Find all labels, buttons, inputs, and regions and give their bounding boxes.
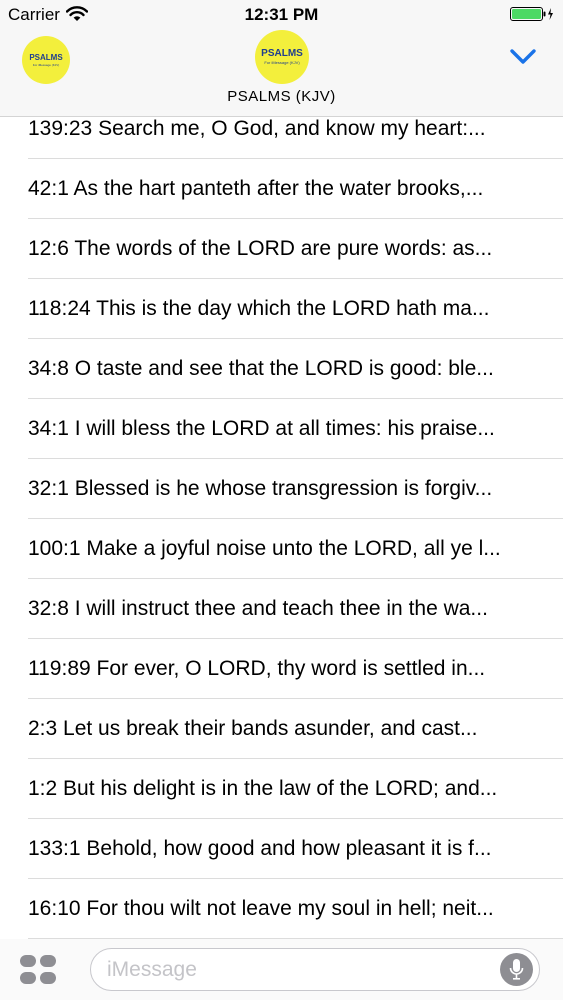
- list-item[interactable]: 12:6 The words of the LORD are pure word…: [0, 219, 563, 279]
- list-item[interactable]: 133:1 Behold, how good and how pleasant …: [0, 819, 563, 879]
- clock: 12:31 PM: [244, 5, 319, 24]
- app-logo-brand: PSALMS: [261, 48, 303, 59]
- battery-icon: [510, 7, 553, 21]
- message-input[interactable]: iMessage: [90, 948, 540, 991]
- app-logo-small[interactable]: PSALMS For iMessage (KJV): [22, 36, 70, 84]
- list-item[interactable]: 2:3 Let us break their bands asunder, an…: [0, 699, 563, 759]
- app-logo-brand: PSALMS: [29, 52, 63, 62]
- verse-text: 2:3 Let us break their bands asunder, an…: [28, 717, 478, 740]
- verse-text: 118:24 This is the day which the LORD ha…: [28, 297, 490, 320]
- message-input-bar: iMessage: [0, 939, 563, 1000]
- verse-text: 16:10 For thou wilt not leave my soul in…: [28, 897, 494, 920]
- verse-text: 1:2 But his delight is in the law of the…: [28, 777, 498, 800]
- verse-text: 42:1 As the hart panteth after the water…: [28, 177, 484, 200]
- app-logo-subtitle: For iMessage (KJV): [32, 62, 60, 67]
- list-item[interactable]: 42:1 As the hart panteth after the water…: [0, 159, 563, 219]
- chevron-down-icon[interactable]: [509, 47, 537, 67]
- app-logo-center: PSALMS For iMessage (KJV): [255, 30, 309, 84]
- mic-icon: [509, 959, 524, 980]
- verse-text: 119:89 For ever, O LORD, thy word is set…: [28, 657, 486, 680]
- verse-text: 34:1 I will bless the LORD at all times:…: [28, 417, 495, 440]
- verse-text: 12:6 The words of the LORD are pure word…: [28, 237, 493, 260]
- screen: Carrier 12:31 PM PSALMS For iMessage (KJ…: [0, 0, 563, 1000]
- message-placeholder: iMessage: [107, 958, 197, 981]
- verse-list: 139:23 Search me, O God, and know my hea…: [0, 100, 563, 939]
- verse-text: 32:8 I will instruct thee and teach thee…: [28, 597, 488, 620]
- verse-text: 34:8 O taste and see that the LORD is go…: [28, 357, 494, 380]
- apps-icon[interactable]: [20, 955, 56, 985]
- list-item[interactable]: 16:10 For thou wilt not leave my soul in…: [0, 879, 563, 939]
- list-item[interactable]: 1:2 But his delight is in the law of the…: [0, 759, 563, 819]
- app-logo-subtitle: For iMessage (KJV): [264, 60, 300, 65]
- verse-text: 32:1 Blessed is he whose transgression i…: [28, 477, 493, 500]
- list-item[interactable]: 119:89 For ever, O LORD, thy word is set…: [0, 639, 563, 699]
- verse-text: 100:1 Make a joyful noise unto the LORD,…: [28, 537, 501, 560]
- list-item[interactable]: 118:24 This is the day which the LORD ha…: [0, 279, 563, 339]
- mic-button[interactable]: [500, 953, 533, 986]
- list-item[interactable]: 34:1 I will bless the LORD at all times:…: [0, 399, 563, 459]
- verse-text: 133:1 Behold, how good and how pleasant …: [28, 837, 492, 860]
- list-item[interactable]: 34:8 O taste and see that the LORD is go…: [0, 339, 563, 399]
- verse-text: 139:23 Search me, O God, and know my hea…: [28, 117, 486, 140]
- list-item[interactable]: 100:1 Make a joyful noise unto the LORD,…: [0, 519, 563, 579]
- list-item[interactable]: 32:1 Blessed is he whose transgression i…: [0, 459, 563, 519]
- list-item[interactable]: 139:23 Search me, O God, and know my hea…: [0, 100, 563, 159]
- status-bar: Carrier 12:31 PM: [0, 0, 563, 30]
- list-item[interactable]: 32:8 I will instruct thee and teach thee…: [0, 579, 563, 639]
